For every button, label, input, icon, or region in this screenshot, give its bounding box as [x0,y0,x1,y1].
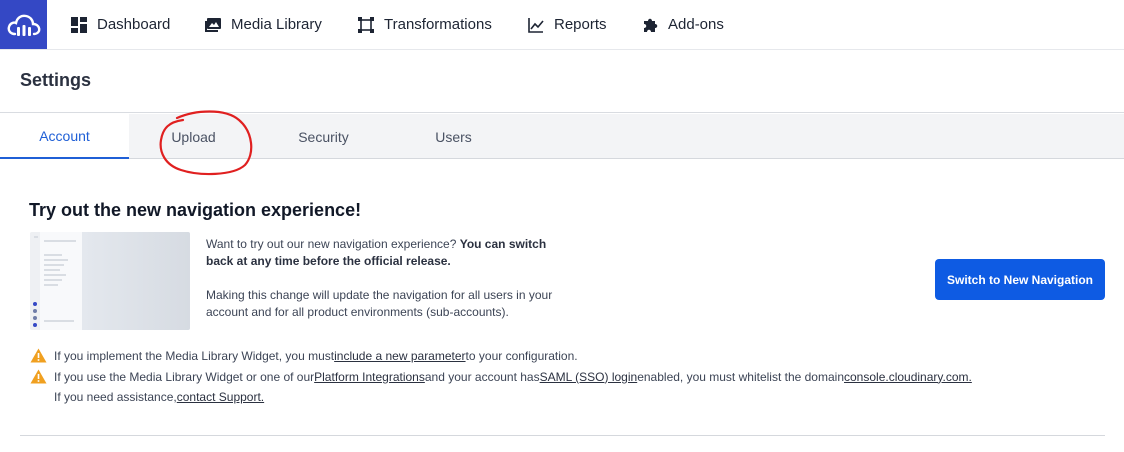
media-library-icon [204,16,222,34]
nav-transformations[interactable]: Transformations [357,0,492,50]
notice-media-library-widget: If you implement the Media Library Widge… [30,347,578,364]
switch-to-new-navigation-button[interactable]: Switch to New Navigation [935,259,1105,300]
warning-icon [30,348,47,363]
cloudinary-logo[interactable] [0,0,47,49]
contact-support-link[interactable]: contact Support. [177,390,264,404]
notice-3-text: If you need assistance, [54,389,177,404]
nav-dashboard[interactable]: Dashboard [70,0,170,50]
puzzle-icon [641,16,659,34]
include-new-parameter-link[interactable]: include a new parameter [334,349,465,363]
reports-icon [527,16,545,34]
dashboard-icon [70,16,88,34]
nav-reports[interactable]: Reports [527,0,607,50]
notice-1-text: If you implement the Media Library Widge… [54,348,335,363]
notice-1-text-end: to your configuration. [465,348,578,363]
promo-text-impact: Making this change will update the navig… [206,288,553,319]
platform-integrations-link[interactable]: Platform Integrations [314,370,425,384]
nav-add-ons-label: Add-ons [668,16,724,33]
nav-add-ons[interactable]: Add-ons [641,0,724,50]
notice-2-text-mid2: enabled, you must whitelist the domain [637,369,844,384]
notice-support: If you need assistance, contact Support. [30,388,264,405]
notice-whitelist-domain: If you use the Media Library Widget or o… [30,368,972,385]
notice-2-text: If you use the Media Library Widget or o… [54,369,315,384]
transformations-icon [357,16,375,34]
console-domain-link[interactable]: console.cloudinary.com. [844,370,972,384]
nav-transformations-label: Transformations [384,16,492,33]
warning-icon [30,369,47,384]
tab-upload[interactable]: Upload [129,114,258,159]
navigation-preview-image [30,232,190,330]
cloud-logo-icon [7,14,40,36]
notice-2-text-mid: and your account has [424,369,540,384]
settings-tabs: Account Upload Security Users [0,114,1124,159]
nav-reports-label: Reports [554,16,607,33]
saml-sso-login-link[interactable]: SAML (SSO) login [540,370,638,384]
promo-text-plain: Want to try out our new navigation exper… [206,237,460,251]
tab-users[interactable]: Users [389,114,518,159]
nav-media-library[interactable]: Media Library [204,0,322,50]
promo-description: Want to try out our new navigation exper… [206,236,556,338]
nav-dashboard-label: Dashboard [97,16,171,33]
top-navigation: Dashboard Media Library Transformations … [0,0,1124,50]
tab-account[interactable]: Account [0,114,129,159]
tab-security[interactable]: Security [259,114,388,159]
section-divider [20,435,1105,436]
settings-header: Settings [0,50,1124,113]
nav-media-library-label: Media Library [231,16,322,33]
page-title: Settings [20,70,92,90]
promo-title: Try out the new navigation experience! [29,200,362,220]
